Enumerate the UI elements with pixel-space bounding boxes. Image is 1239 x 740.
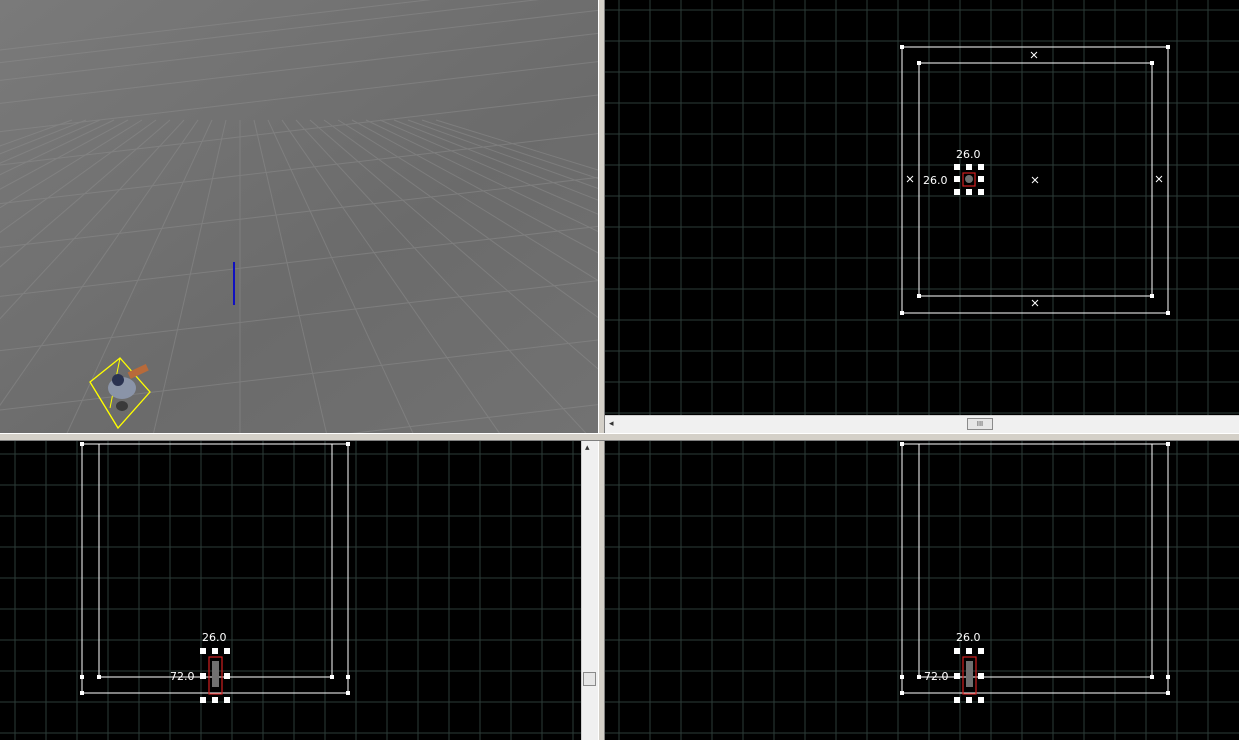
width-dimension-label: 26.0 [202, 631, 227, 644]
selected-entity[interactable] [954, 648, 984, 703]
top-view-horizontal-scrollbar[interactable]: ◂ III [605, 415, 1239, 433]
width-dimension-label: 26.0 [956, 148, 981, 161]
scroll-up-arrow-icon[interactable]: ▴ [585, 443, 590, 453]
room-brush-outline [81, 443, 349, 694]
editor-grid [605, 0, 1239, 415]
vertical-splitter[interactable] [598, 0, 605, 740]
front-2d-viewport[interactable]: 26.0 72.0 [605, 441, 1239, 740]
floor-surface [0, 0, 598, 433]
selected-entity[interactable] [954, 164, 984, 195]
side-view-vertical-scrollbar[interactable]: ▴ [581, 441, 598, 740]
scrollbar-thumb[interactable] [583, 672, 596, 686]
player-head [112, 374, 124, 386]
3d-perspective-viewport[interactable] [0, 0, 598, 433]
editor-grid [605, 441, 1239, 740]
scrollbar-thumb[interactable]: III [967, 418, 993, 430]
brush-corner-handles [900, 442, 1170, 695]
scroll-left-arrow-icon[interactable]: ◂ [609, 419, 614, 429]
top-2d-viewport[interactable]: 26.0 26.0 [605, 0, 1239, 415]
horizontal-splitter[interactable] [0, 433, 1239, 441]
height-dimension-label: 26.0 [923, 174, 948, 187]
top-view-canvas: 26.0 26.0 [605, 0, 1239, 415]
editor-grid [0, 441, 581, 740]
3d-scene [0, 0, 598, 433]
front-view-canvas: 26.0 72.0 [605, 441, 1239, 740]
selected-entity[interactable] [200, 648, 230, 703]
height-dimension-label: 72.0 [170, 670, 195, 683]
width-dimension-label: 26.0 [956, 631, 981, 644]
side-view-canvas: 26.0 72.0 [0, 441, 581, 740]
height-dimension-label: 72.0 [924, 670, 949, 683]
side-2d-viewport[interactable]: 26.0 72.0 [0, 441, 581, 740]
room-brush-outline [901, 443, 1169, 694]
